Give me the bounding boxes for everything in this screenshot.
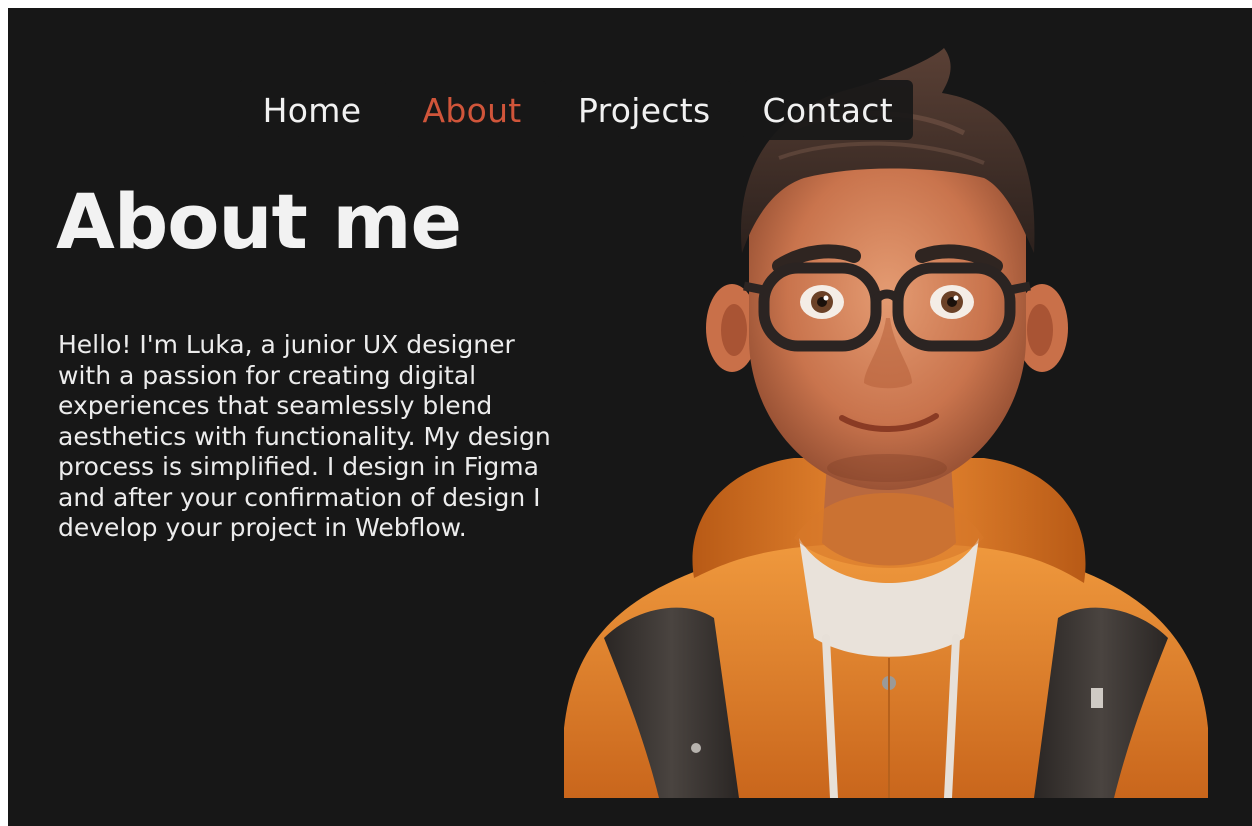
nav-about-link[interactable]: About xyxy=(398,80,546,140)
main-nav: Home About Projects Contact xyxy=(238,80,913,140)
avatar-illustration xyxy=(564,48,1208,798)
about-page: Home About Projects Contact About me Hel… xyxy=(8,8,1252,826)
nav-home-link[interactable]: Home xyxy=(238,80,386,140)
avatar-portrait xyxy=(564,38,1208,798)
page-title: About me xyxy=(56,177,462,266)
bio-text: Hello! I'm Luka, a junior UX designer wi… xyxy=(58,330,551,542)
nav-contact-link[interactable]: Contact xyxy=(742,80,913,140)
nav-projects-link[interactable]: Projects xyxy=(558,80,731,140)
